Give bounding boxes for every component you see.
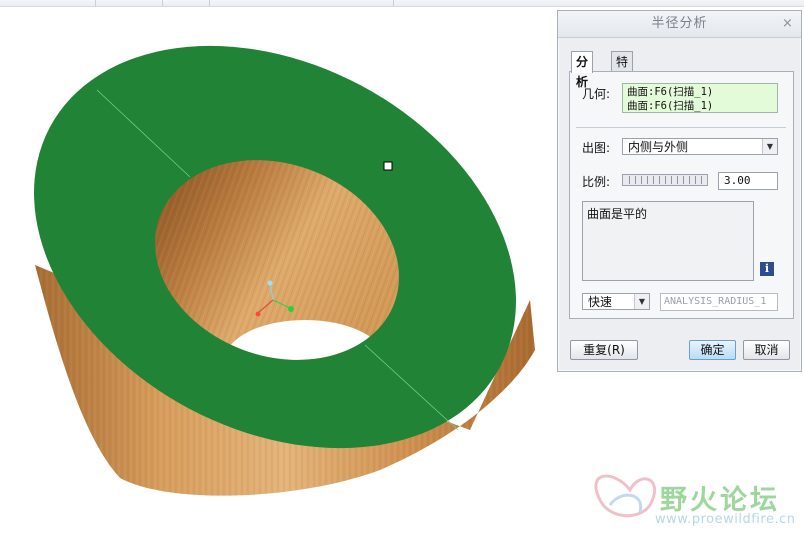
ok-button[interactable]: 确定 <box>689 340 736 360</box>
forum-logo <box>594 474 657 518</box>
repeat-button[interactable]: 重复(R) <box>570 340 638 360</box>
dialog-title: 半径分析 <box>651 16 708 31</box>
output-value: 内侧与外侧 <box>628 140 689 154</box>
tab-analysis[interactable]: 分析 <box>571 51 594 89</box>
toolbar-separator <box>95 0 96 6</box>
divider <box>576 127 786 128</box>
toolbar-separator <box>209 0 210 6</box>
radius-analysis-dialog: 半径分析 × 分析 特征 几何: 曲面:F6(扫描_1) 曲面:F6(扫描_1)… <box>557 10 802 372</box>
geometry-ref: 曲面:F6(扫描_1) <box>627 86 714 98</box>
scale-input[interactable]: 3.00 <box>718 172 778 190</box>
close-icon[interactable]: × <box>781 11 795 37</box>
watermark-url: www.proewildfire.cn <box>655 512 796 527</box>
chevron-down-icon: ▼ <box>634 294 649 309</box>
dialog-title-bar[interactable]: 半径分析 × <box>558 11 801 38</box>
analysis-name-input[interactable]: ANALYSIS_RADIUS_1 <box>660 293 778 311</box>
analysis-panel: 几何: 曲面:F6(扫描_1) 曲面:F6(扫描_1) 出图: 内侧与外侧 ▼ … <box>569 71 794 319</box>
tab-feature[interactable]: 特征 <box>611 51 634 89</box>
mode-value: 快速 <box>588 295 613 309</box>
output-dropdown[interactable]: 内侧与外侧 ▼ <box>622 138 778 155</box>
toolbar-strip <box>0 0 804 7</box>
scale-slider[interactable] <box>622 174 708 186</box>
geometry-ref: 曲面:F6(扫描_1) <box>627 100 714 112</box>
output-label: 出图: <box>582 141 611 155</box>
cancel-button[interactable]: 取消 <box>743 340 790 360</box>
info-icon[interactable]: i <box>760 262 774 276</box>
chevron-down-icon: ▼ <box>762 139 777 154</box>
toolbar-separator <box>162 0 163 6</box>
mode-dropdown[interactable]: 快速 ▼ <box>582 293 650 310</box>
selection-marker[interactable] <box>383 161 393 171</box>
result-text-area: 曲面是平的 <box>582 201 754 281</box>
toolbar-separator <box>393 0 394 6</box>
scale-label: 比例: <box>582 175 611 189</box>
geometry-collector[interactable]: 曲面:F6(扫描_1) 曲面:F6(扫描_1) <box>622 83 778 113</box>
